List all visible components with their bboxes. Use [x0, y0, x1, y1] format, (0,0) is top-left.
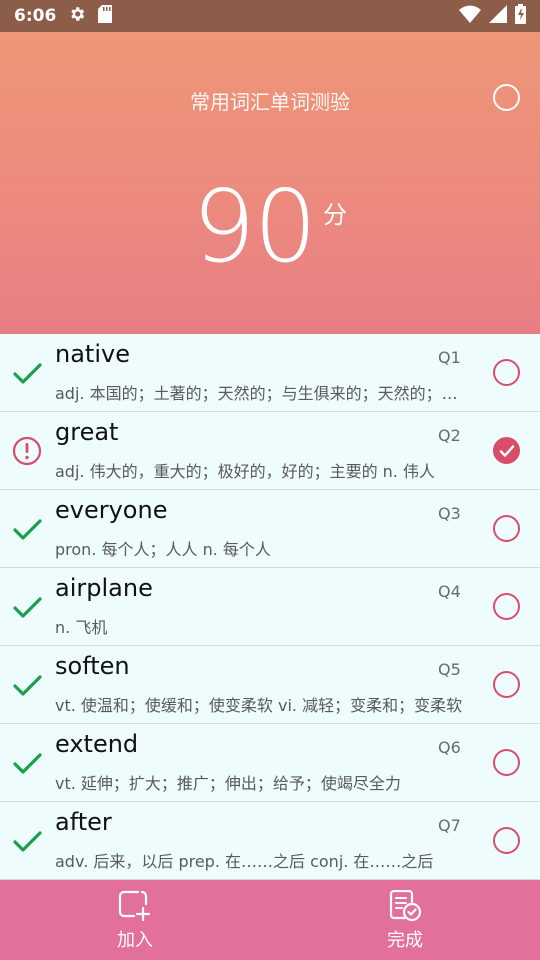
- signal-icon: [489, 5, 507, 27]
- list-item[interactable]: great Q2 adj. 伟大的，重大的；极好的，好的；主要的 n. 伟人: [0, 412, 540, 490]
- page-title: 常用词汇单词测验: [190, 90, 350, 114]
- select-all-radio[interactable]: [493, 84, 520, 111]
- word-definition: vt. 延伸；扩大；推广；伸出；给予；使竭尽全力: [55, 774, 401, 793]
- select-radio[interactable]: [493, 515, 520, 542]
- wrong-alert-icon: [12, 436, 42, 466]
- word-text: native: [55, 340, 130, 368]
- word-definition: n. 飞机: [55, 618, 108, 637]
- correct-check-icon: [12, 748, 42, 778]
- list-item[interactable]: native Q1 adj. 本国的；土著的；天然的；与生俱来的；天然的；与生俱…: [0, 334, 540, 412]
- list-item[interactable]: everyone Q3 pron. 每个人；人人 n. 每个人: [0, 490, 540, 568]
- word-text: soften: [55, 652, 130, 680]
- document-check-icon: [388, 889, 422, 922]
- status-time: 6:06: [14, 6, 57, 26]
- score-value: 90: [192, 168, 317, 285]
- correct-check-icon: [12, 592, 42, 622]
- word-text: after: [55, 808, 112, 836]
- correct-check-icon: [12, 358, 42, 388]
- select-radio-checked[interactable]: [493, 437, 520, 464]
- word-definition: adj. 伟大的，重大的；极好的，好的；主要的 n. 伟人: [55, 462, 435, 481]
- word-text: extend: [55, 730, 139, 758]
- question-number: Q5: [438, 660, 461, 679]
- list-item[interactable]: airplane Q4 n. 飞机: [0, 568, 540, 646]
- select-radio[interactable]: [493, 749, 520, 776]
- word-definition: pron. 每个人；人人 n. 每个人: [55, 540, 271, 559]
- word-text: great: [55, 418, 119, 446]
- word-definition: adj. 本国的；土著的；天然的；与生俱来的；天然的；与生俱来的: [55, 384, 465, 403]
- sd-card-icon: [98, 5, 113, 27]
- word-text: everyone: [55, 496, 168, 524]
- add-square-icon: [118, 890, 152, 922]
- list-item[interactable]: extend Q6 vt. 延伸；扩大；推广；伸出；给予；使竭尽全力: [0, 724, 540, 802]
- select-radio[interactable]: [493, 827, 520, 854]
- status-bar: 6:06 x: [0, 0, 540, 32]
- done-label: 完成: [387, 930, 423, 951]
- settings-gear-icon: [68, 5, 86, 27]
- checkmark-icon: [499, 444, 514, 457]
- bottom-action-bar: 加入 完成: [0, 880, 540, 960]
- word-list: native Q1 adj. 本国的；土著的；天然的；与生俱来的；天然的；与生俱…: [0, 334, 540, 880]
- question-number: Q1: [438, 348, 461, 367]
- question-number: Q3: [438, 504, 461, 523]
- word-text: airplane: [55, 574, 153, 602]
- list-item[interactable]: after Q7 adv. 后来，以后 prep. 在……之后 conj. 在……: [0, 802, 540, 880]
- correct-check-icon: [12, 514, 42, 544]
- word-definition: vt. 使温和；使缓和；使变柔软 vi. 减轻；变柔和；变柔软: [55, 696, 463, 715]
- question-number: Q2: [438, 426, 461, 445]
- select-radio[interactable]: [493, 671, 520, 698]
- correct-check-icon: [12, 826, 42, 856]
- list-item[interactable]: soften Q5 vt. 使温和；使缓和；使变柔软 vi. 减轻；变柔和；变柔…: [0, 646, 540, 724]
- word-definition: adv. 后来，以后 prep. 在……之后 conj. 在……之后: [55, 852, 434, 871]
- done-button[interactable]: 完成: [345, 880, 465, 960]
- question-number: Q7: [438, 816, 461, 835]
- question-number: Q6: [438, 738, 461, 757]
- question-number: Q4: [438, 582, 461, 601]
- battery-icon: [515, 4, 526, 28]
- quiz-header: 常用词汇单词测验 90 分: [0, 32, 540, 334]
- correct-check-icon: [12, 670, 42, 700]
- add-button[interactable]: 加入: [75, 880, 195, 960]
- add-label: 加入: [117, 930, 153, 951]
- score-unit: 分: [323, 201, 347, 229]
- select-radio[interactable]: [493, 593, 520, 620]
- svg-text:x: x: [474, 15, 479, 23]
- select-radio[interactable]: [493, 359, 520, 386]
- wifi-icon: x: [459, 5, 481, 27]
